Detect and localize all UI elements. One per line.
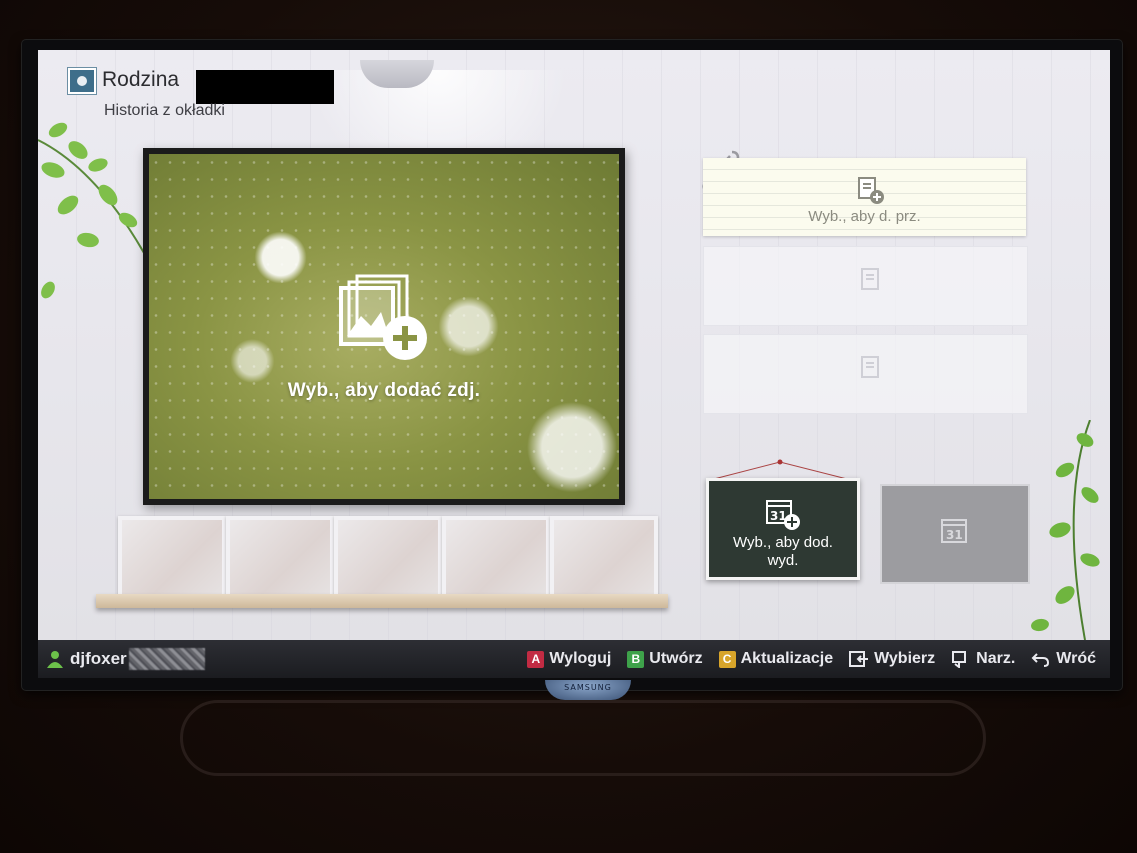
select-label: Wybierz	[874, 650, 936, 667]
tools-label: Narz.	[976, 650, 1016, 667]
logout-action[interactable]: A Wyloguj	[527, 650, 611, 668]
app-logo-icon	[68, 68, 96, 94]
logout-label: Wyloguj	[549, 650, 612, 667]
updates-action[interactable]: C Aktualizacje	[718, 650, 834, 668]
thumbnail-slot[interactable]	[226, 516, 334, 600]
add-note-card[interactable]: Wyb., aby d. prz.	[703, 158, 1026, 236]
note-slot[interactable]	[703, 334, 1028, 414]
add-event-label-line1: Wyb., aby dod.	[733, 534, 833, 551]
tools-icon	[952, 651, 967, 668]
key-a-icon: A	[527, 650, 545, 668]
add-note-icon	[858, 177, 884, 204]
add-photo-label: Wyb., aby dodać zdj.	[287, 380, 481, 401]
family-story-screen: Rodzina Historia z okładki Wyb., aby dod…	[38, 50, 1110, 640]
thumbnail-slot[interactable]	[442, 516, 550, 600]
thumbnail-slot[interactable]	[334, 516, 442, 600]
add-event-card[interactable]: 31 Wyb., aby dod. wyd.	[706, 478, 860, 580]
return-icon	[1031, 653, 1050, 667]
username-blurred	[128, 648, 205, 670]
add-photo-icon	[339, 274, 427, 360]
action-bar: A Wyloguj B Utwórz C Aktualizacje Wybier…	[527, 640, 1096, 678]
main-photo-frame[interactable]: Wyb., aby dodać zdj.	[143, 148, 625, 505]
note-icon	[861, 356, 879, 378]
add-note-label: Wyb., aby d. prz.	[808, 208, 921, 225]
samsung-logo: SAMSUNG	[545, 680, 631, 700]
plant-left-decoration	[38, 122, 149, 299]
svg-text:31: 31	[946, 528, 963, 542]
add-event-label-line2: wyd.	[767, 552, 799, 569]
shelf	[96, 594, 668, 608]
tv-stand	[180, 700, 986, 776]
album-title: Rodzina	[102, 68, 180, 91]
updates-label: Aktualizacje	[740, 650, 834, 667]
plant-right-decoration	[1031, 420, 1100, 640]
create-action[interactable]: B Utwórz	[627, 650, 703, 668]
create-label: Utwórz	[649, 650, 703, 667]
key-c-icon: C	[718, 650, 736, 668]
username: djfoxer	[70, 649, 127, 668]
select-action[interactable]: Wybierz	[849, 650, 935, 668]
main-photo-placeholder[interactable]: Wyb., aby dodać zdj.	[149, 154, 619, 499]
bottom-bar: djfoxer A Wyloguj B Utwórz C Aktualizacj…	[38, 640, 1110, 678]
add-event-calendar-icon: 31	[766, 500, 800, 530]
redacted-name	[196, 70, 334, 104]
key-b-icon: B	[627, 650, 645, 668]
return-label: Wróć	[1056, 650, 1096, 667]
thumbnail-slot[interactable]	[118, 516, 226, 600]
user-info: djfoxer	[46, 648, 205, 670]
return-action[interactable]: Wróć	[1031, 650, 1096, 668]
thumbnail-slot[interactable]	[550, 516, 658, 600]
note-icon	[861, 268, 879, 290]
note-slot[interactable]	[703, 246, 1028, 326]
tools-action[interactable]: Narz.	[951, 650, 1015, 668]
enter-icon	[849, 651, 869, 667]
user-icon	[47, 651, 63, 668]
event-slot[interactable]: 31	[880, 484, 1030, 584]
add-event-label: Wyb., aby dod. wyd.	[709, 534, 857, 570]
calendar-icon: 31	[941, 519, 967, 543]
